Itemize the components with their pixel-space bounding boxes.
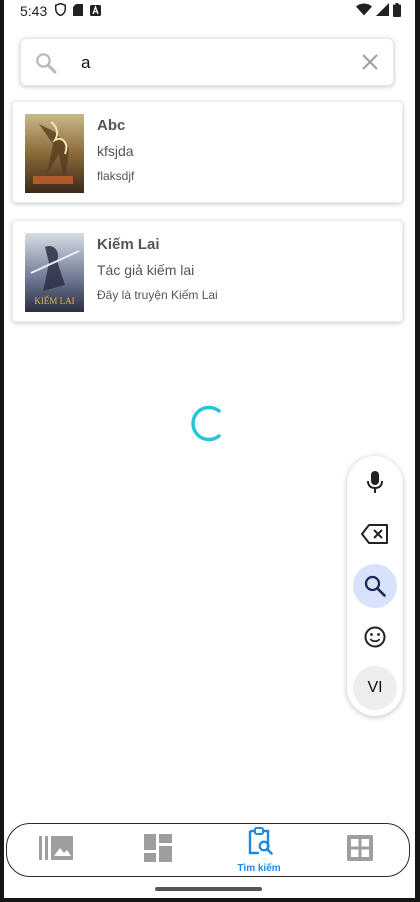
status-bar: 5:43: [4, 0, 415, 22]
bottom-nav: Tìm kiếm: [6, 823, 410, 877]
mic-icon[interactable]: [353, 460, 397, 504]
grid-icon: [347, 834, 373, 866]
cover-title: KIẾM LAI: [34, 296, 74, 306]
backspace-icon[interactable]: [353, 512, 397, 556]
nav-item-grid[interactable]: [335, 824, 385, 876]
search-clipboard-icon: [245, 826, 273, 862]
nav-item-search[interactable]: Tìm kiếm: [231, 824, 287, 876]
screen-edge-bottom: [0, 898, 420, 902]
sd-card-icon: [73, 3, 84, 19]
screen-edge-left: [0, 0, 4, 902]
home-indicator[interactable]: [155, 887, 262, 891]
battery-icon: [393, 2, 401, 20]
search-icon: [35, 52, 57, 79]
screen-edge-right: [415, 0, 420, 902]
search-input[interactable]: a: [20, 38, 394, 86]
dashboard-icon: [144, 833, 172, 867]
library-icon: [39, 835, 73, 865]
keyboard-toolbar: VI: [347, 456, 403, 716]
nav-item-dashboard[interactable]: [133, 824, 183, 876]
book-description: Đây là truyện Kiếm Lai: [97, 288, 218, 302]
loading-spinner: [187, 403, 227, 448]
nav-item-library[interactable]: [31, 824, 81, 876]
book-cover: KIẾM LAI: [25, 233, 84, 312]
signal-icon: [376, 3, 389, 19]
wifi-icon: [356, 3, 372, 19]
shield-icon: [55, 2, 67, 19]
book-title: Kiếm Lai: [97, 236, 160, 253]
language-key[interactable]: VI: [353, 666, 397, 710]
list-item[interactable]: KIẾM LAI Kiếm Lai Tác giả kiếm lai Đây l…: [12, 220, 403, 322]
book-author: Tác giả kiếm lai: [97, 262, 195, 278]
search-value[interactable]: a: [81, 53, 90, 73]
nav-label-search: Tìm kiếm: [237, 862, 281, 874]
book-author: kfsjda: [97, 143, 134, 159]
a-box-icon: [90, 3, 102, 19]
book-cover: [25, 114, 84, 193]
book-description: flaksdjf: [97, 169, 135, 183]
book-title: Abc: [97, 117, 126, 134]
list-item[interactable]: Abc kfsjda flaksdjf: [12, 101, 403, 203]
search-icon[interactable]: [353, 564, 397, 608]
close-icon[interactable]: [361, 53, 379, 76]
status-time: 5:43: [20, 3, 48, 19]
emoji-icon[interactable]: [353, 615, 397, 659]
